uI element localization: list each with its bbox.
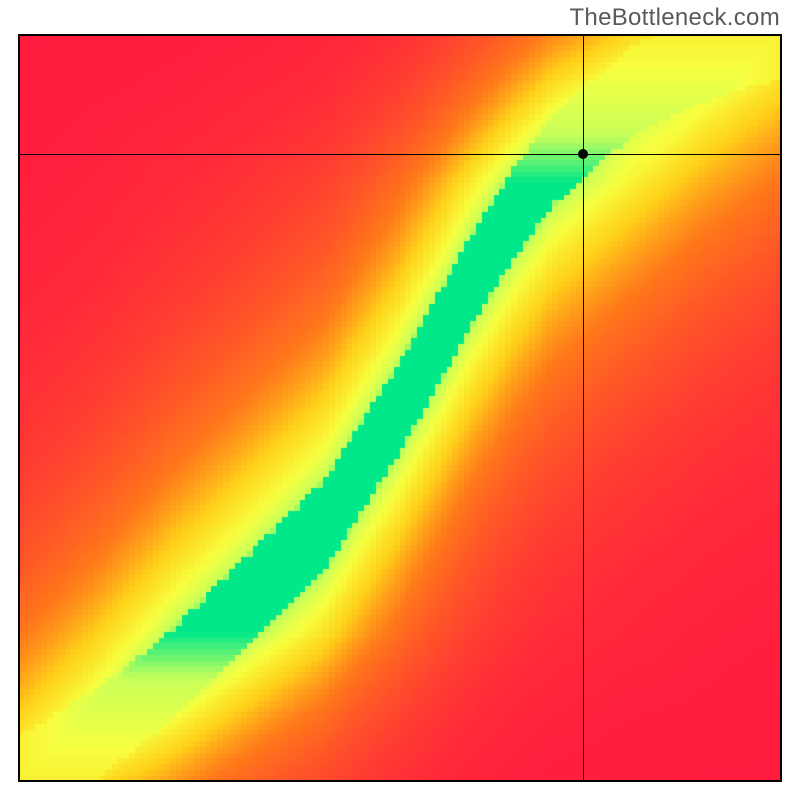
heatmap-plot: [18, 34, 782, 782]
watermark-text: TheBottleneck.com: [569, 4, 780, 32]
heatmap-canvas: [18, 34, 782, 782]
